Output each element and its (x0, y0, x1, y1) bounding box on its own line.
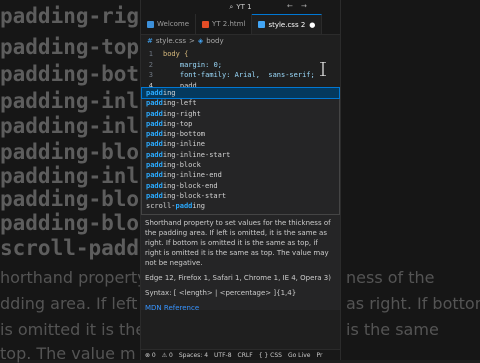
suggestion-item[interactable]: padding-block-end (142, 181, 339, 191)
breadcrumb: # style.css > ◈ body (141, 35, 340, 47)
search-text: YT 1 (236, 3, 252, 11)
code-text: font-family: Arial, sans-serif; (163, 71, 315, 79)
code-line: 2 margin: 0; (141, 60, 340, 71)
forward-arrow-icon[interactable]: → (301, 2, 307, 10)
line-ending[interactable]: CRLF (238, 352, 253, 359)
bg-doc-line: top. The value m (0, 344, 136, 363)
suggestion-item[interactable]: padding-right (142, 109, 339, 119)
suggestion-item[interactable]: scroll-padding (142, 201, 339, 211)
vscode-icon (147, 20, 154, 28)
suggestion-item[interactable]: padding (141, 86, 340, 100)
suggestion-item[interactable]: padding-top (142, 119, 339, 129)
code-text: margin: 0; (163, 60, 223, 69)
bg-doc-line: is the same (346, 320, 439, 339)
bg-doc-line: ness of the (346, 268, 435, 287)
code-editor[interactable]: 1 body { 2 margin: 0; 3 font-family: Ari… (141, 49, 340, 91)
suggestion-item[interactable]: padding-inline-end (142, 170, 339, 180)
css-file-icon: # (147, 37, 153, 45)
docs-compat: Edge 12, Firefox 1, Safari 1, Chrome 1, … (145, 274, 331, 282)
line-number: 3 (148, 71, 153, 79)
mdn-reference-link[interactable]: MDN Reference (145, 303, 336, 313)
tab-style-css[interactable]: style.css 2 ● (252, 14, 323, 34)
bg-doc-line: dding area. If left (0, 294, 138, 313)
docs-syntax: Syntax: [ <length> | <percentage> ]{1,4} (145, 289, 297, 297)
suggestion-item[interactable]: padding-block (142, 160, 339, 170)
css-file-icon (258, 21, 266, 28)
indentation[interactable]: Spaces: 4 (179, 352, 208, 359)
encoding[interactable]: UTF-8 (214, 352, 232, 359)
symbol-icon: ◈ (197, 37, 204, 45)
suggestion-item[interactable]: padding-left (142, 98, 339, 108)
bg-doc-line: as right. If bottom (346, 294, 480, 313)
text-cursor-icon (320, 62, 326, 76)
breadcrumb-symbol[interactable]: body (206, 37, 223, 45)
errors-count[interactable]: ⊗ 0 (145, 352, 156, 359)
title-bar: ← → ⌕ YT 1 (141, 0, 340, 14)
vscode-editor-window: ← → ⌕ YT 1 Welcome YT 2.html style.css 2… (140, 0, 341, 360)
suggestion-docs: Shorthand property to set values for the… (141, 215, 340, 313)
breadcrumb-file[interactable]: style.css (156, 37, 186, 45)
search-icon: ⌕ (229, 2, 234, 11)
suggestion-item[interactable]: padding-inline-start (142, 150, 339, 160)
prettier-status[interactable]: Pr (316, 352, 322, 359)
tab-yt2-html[interactable]: YT 2.html (196, 14, 253, 34)
tab-bar: Welcome YT 2.html style.css 2 ● (141, 14, 340, 35)
tab-label: Welcome (157, 20, 190, 28)
go-live-button[interactable]: Go Live (288, 352, 310, 359)
suggestion-item[interactable]: padding-block-start (142, 191, 339, 201)
line-number: 2 (148, 60, 153, 69)
bg-doc-line: horthand property (0, 268, 147, 287)
unsaved-dot-icon[interactable]: ● (309, 21, 315, 29)
status-bar: ⊗ 0 ⚠ 0 Spaces: 4 UTF-8 CRLF { } CSS Go … (141, 349, 340, 360)
language-mode[interactable]: { } CSS (259, 352, 282, 359)
code-line: 3 font-family: Arial, sans-serif; (141, 70, 340, 81)
bg-code-line: padding-top (0, 35, 140, 59)
breadcrumb-separator: > (189, 37, 195, 45)
suggestion-item[interactable]: padding-bottom (142, 129, 339, 139)
line-number: 1 (148, 50, 153, 58)
suggestion-item[interactable]: padding-inline (142, 139, 339, 149)
code-line: 1 body { (141, 49, 340, 60)
code-text: body { (163, 50, 189, 58)
warnings-count[interactable]: ⚠ 0 (162, 352, 173, 359)
tab-label: style.css 2 (268, 20, 306, 29)
back-arrow-icon[interactable]: ← (287, 2, 293, 10)
html-file-icon (202, 20, 210, 28)
tab-label: YT 2.html (212, 20, 246, 28)
docs-description: Shorthand property to set values for the… (145, 219, 331, 267)
tab-welcome[interactable]: Welcome (141, 14, 197, 34)
command-center-search[interactable]: ⌕ YT 1 (229, 3, 251, 12)
autocomplete-suggestions: padding padding-left padding-right paddi… (141, 86, 340, 215)
